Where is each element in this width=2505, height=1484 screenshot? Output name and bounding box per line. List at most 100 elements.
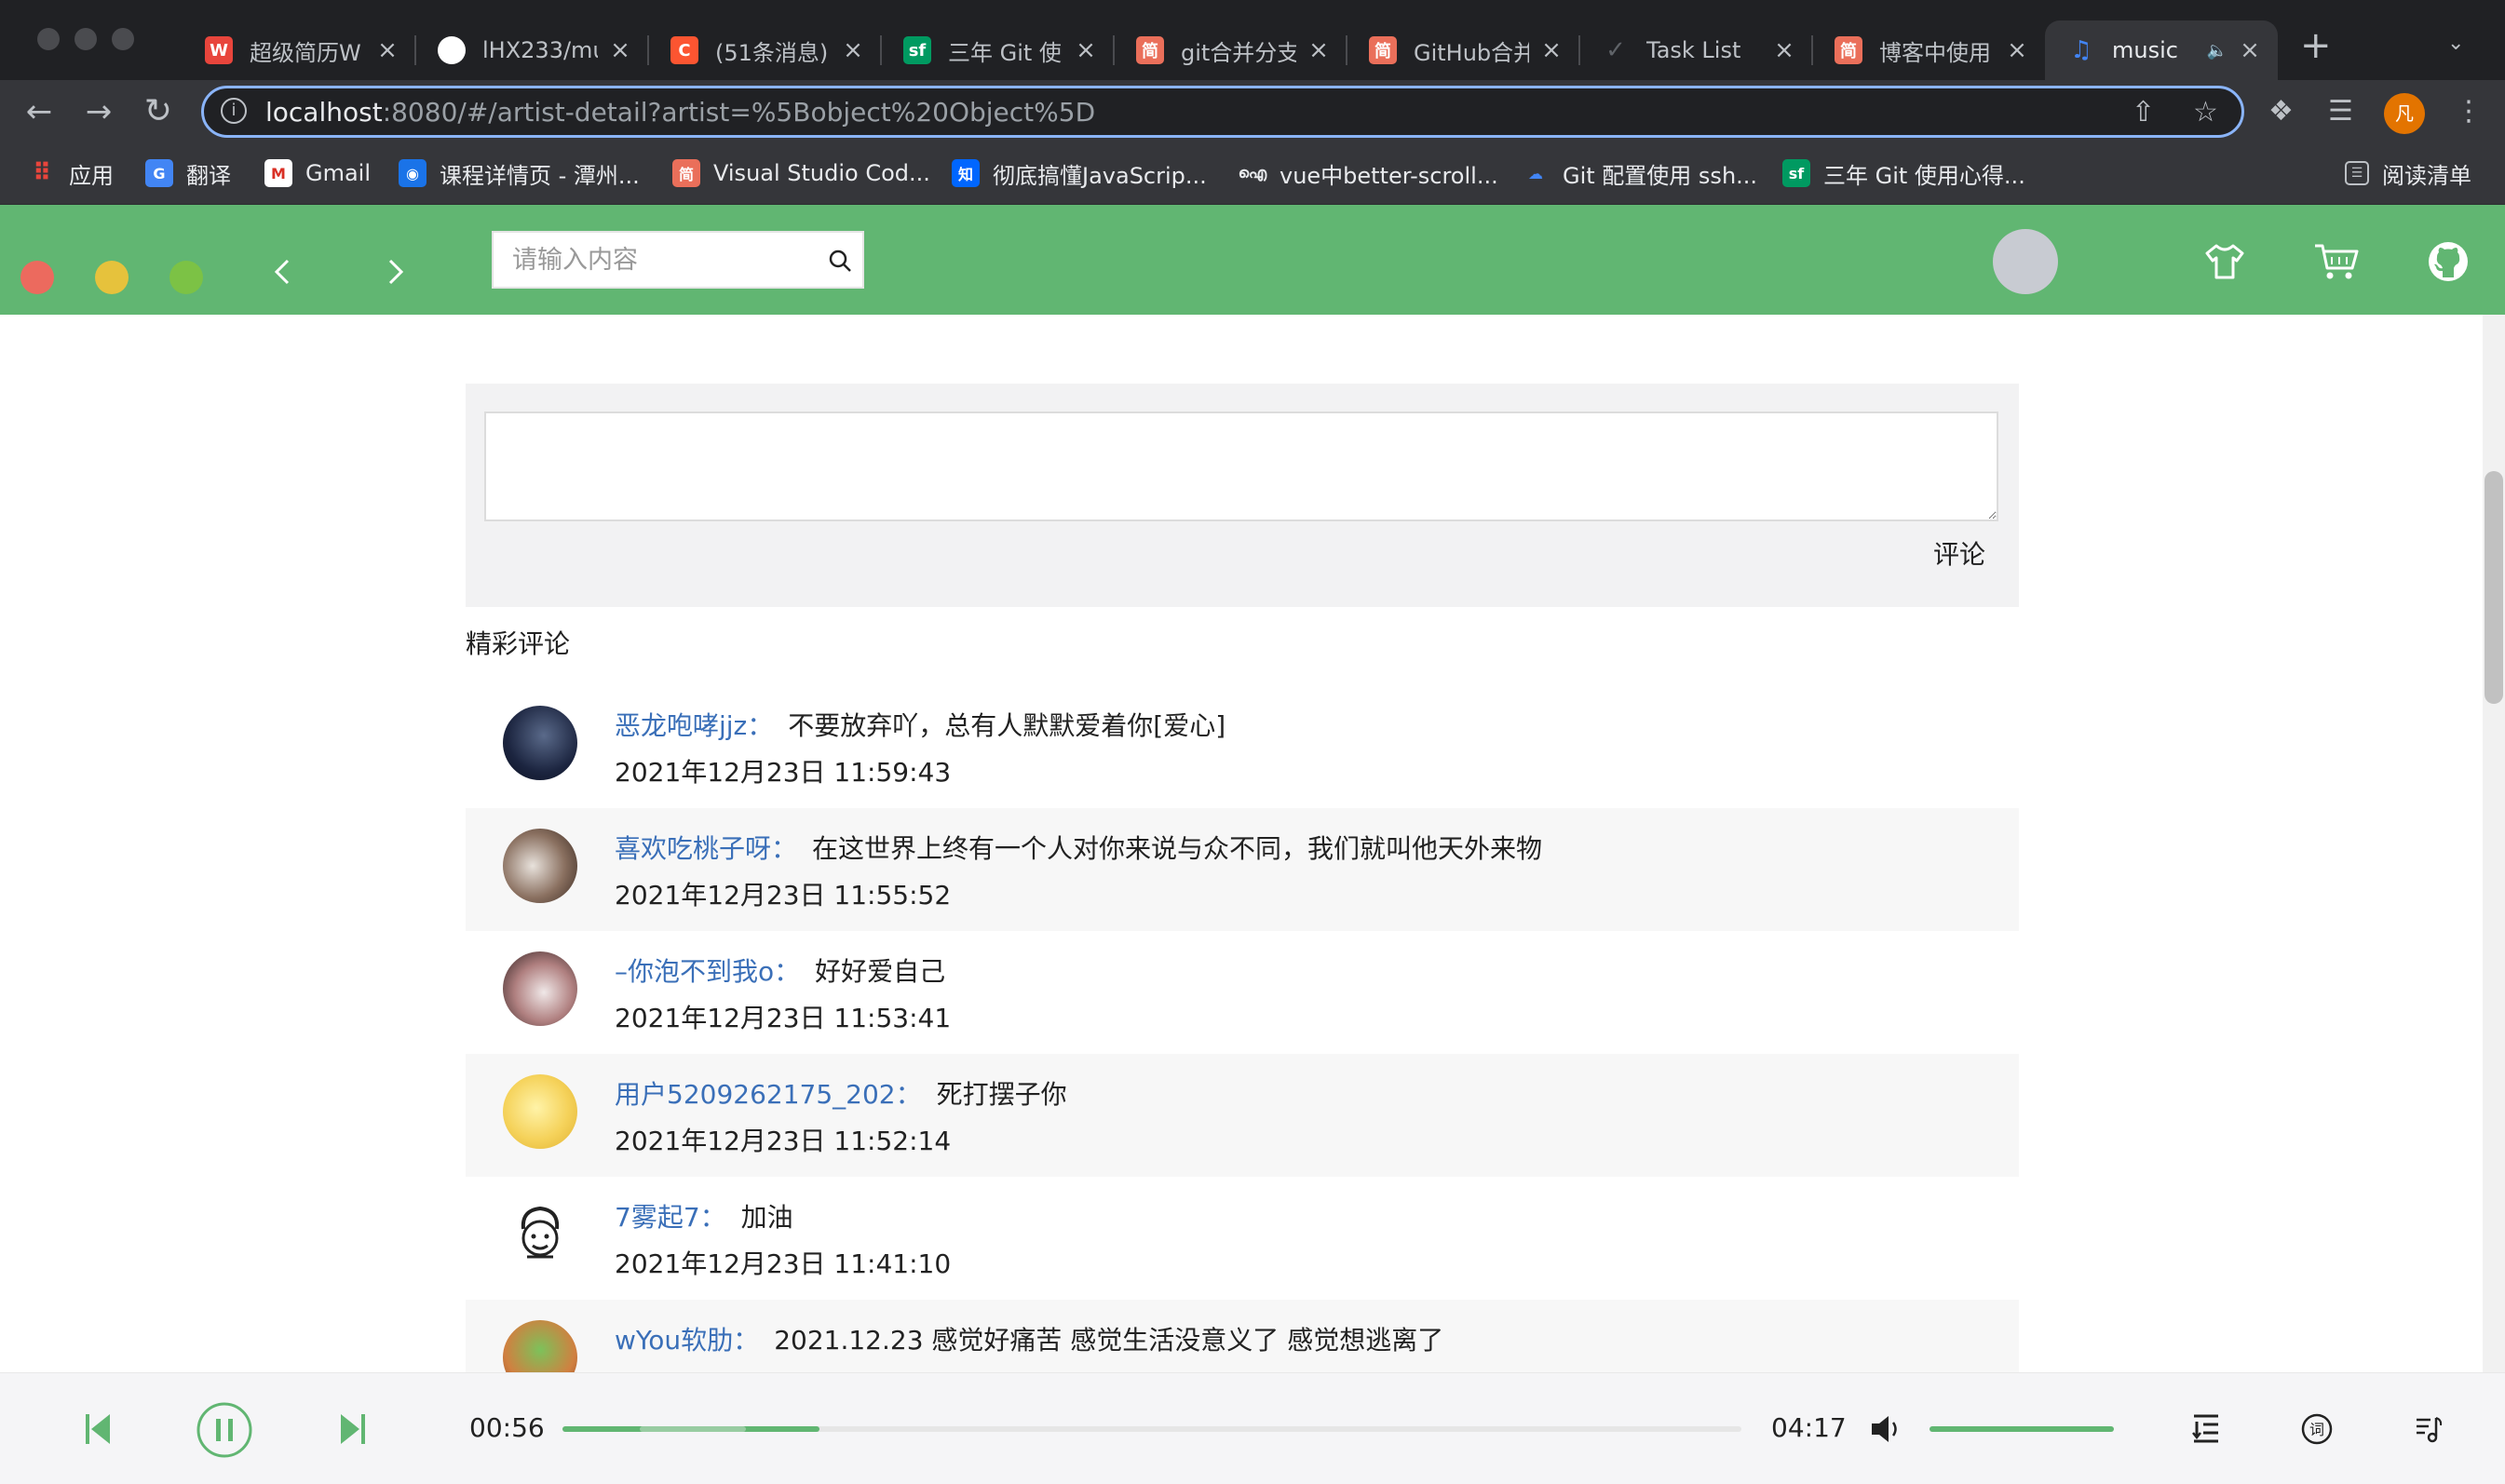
tab-close-icon[interactable]: × [840,36,866,64]
commenter-name[interactable]: 恶龙咆哮jjz [615,710,747,741]
media-queue-icon[interactable]: ☰ [2328,95,2353,128]
bookmark-item[interactable]: 简 Visual Studio Cod... [672,156,930,190]
bookmark-item[interactable]: M Gmail [264,156,371,190]
tab-close-icon[interactable]: × [1538,36,1564,64]
bookmark-item[interactable]: ◉ 课程详情页 - 潭州... [399,156,640,190]
commenter-name[interactable]: wYou软肋 [615,1325,733,1356]
commenter-name[interactable]: 喜欢吃桃子呀 [615,833,771,864]
comment-text: 2021.12.23 感觉好痛苦 感觉生活没意义了 感觉想逃离了 [774,1325,1444,1356]
app-close-dot[interactable] [20,261,54,294]
browser-tab[interactable]: C (51条消息) × [648,20,881,80]
scrollbar-thumb[interactable] [2485,471,2503,704]
tab-title: lHX233/mu [482,37,598,63]
volume-slider[interactable] [1930,1426,2114,1432]
commenter-avatar[interactable] [503,829,577,903]
browser-tab[interactable]: 简 git合并分支 × [1114,20,1347,80]
commenter-avatar[interactable] [503,1074,577,1149]
comment-submit-button[interactable]: 评论 [1933,534,1985,572]
browser-tab[interactable]: 简博客中使用 × [1812,20,2045,80]
address-bar[interactable]: i localhost:8080/#/artist-detail?artist=… [201,86,2244,138]
address-url[interactable]: localhost:8080/#/artist-detail?artist=%5… [265,97,1095,128]
scrollbar-track[interactable] [2483,315,2505,1372]
search-box [492,231,864,289]
github-icon[interactable] [2427,240,2470,283]
apps-grid-icon: ⠿ [32,159,52,187]
app-maximize-dot[interactable] [169,261,203,294]
profile-avatar[interactable]: 凡 [2384,93,2425,134]
commenter-avatar[interactable] [503,951,577,1026]
search-icon[interactable] [827,248,853,274]
browser-tab[interactable]: sf 三年 Git 使 × [881,20,1114,80]
comment-textarea[interactable] [484,411,1998,521]
window-zoom-dot[interactable] [112,28,134,50]
total-time: 04:17 [1771,1412,1847,1443]
bookmark-item[interactable]: ☁ Git 配置使用 ssh... [1522,156,1757,190]
bookmark-label: 彻底搞懂JavaScrip... [993,162,1207,189]
artist-comments-page: 评论 精彩评论 恶龙咆哮jjz： 不要放弃吖，总有人默默爱着你[爱心] 2021年1… [0,315,2505,1372]
browser-tab[interactable]: ✓ Task List × [1579,20,1812,80]
commenter-avatar[interactable] [503,1197,577,1272]
volume-icon[interactable] [1870,1414,1902,1444]
skin-tshirt-icon[interactable] [2203,240,2246,283]
browser-tab[interactable]: ♫ music 🔈 × [2045,20,2278,80]
commenter-avatar[interactable] [503,1320,577,1372]
site-info-icon[interactable]: i [221,98,247,124]
browser-tab[interactable]: 简 GitHub合并 × [1347,20,1579,80]
lyrics-icon[interactable]: 词 [2300,1412,2334,1446]
back-arrow-icon[interactable]: ← [19,91,60,132]
tab-close-icon[interactable]: × [374,36,400,64]
commenter-name[interactable]: 用户5209262175_202 [615,1079,896,1110]
app-minimize-dot[interactable] [95,261,129,294]
reload-icon[interactable]: ↻ [138,91,179,132]
tab-search-icon[interactable]: ⌄ [2447,32,2464,55]
window-close-dot[interactable] [37,28,60,50]
tab-close-icon[interactable]: × [2004,36,2030,64]
browser-tab[interactable]: lHX233/mu × [415,20,648,80]
new-tab-button[interactable]: + [2300,24,2332,67]
tab-audio-icon[interactable]: 🔈 [2207,41,2227,61]
tab-close-icon[interactable]: × [1771,36,1797,64]
share-icon[interactable]: ⇧ [2132,96,2155,128]
commenter-name[interactable]: 7雾起7 [615,1202,700,1233]
app-forward-icon[interactable] [376,253,413,290]
next-track-icon[interactable] [339,1410,367,1448]
comment-time: 2021年12月23日 11:52:14 [615,1126,952,1156]
github-icon [438,36,466,64]
tab-close-icon[interactable]: × [2237,36,2263,64]
bookmark-star-icon[interactable]: ☆ [2193,96,2218,128]
jianshu-icon: 简 [1369,36,1397,64]
forward-arrow-icon[interactable]: → [78,91,119,132]
name-separator: ： [895,1079,922,1110]
extensions-puzzle-icon[interactable]: ❖ [2268,95,2294,128]
tab-close-icon[interactable]: × [1073,36,1099,64]
previous-track-icon[interactable] [84,1410,112,1448]
user-avatar[interactable] [1993,229,2058,294]
progress-slider[interactable] [562,1426,1741,1432]
tab-close-icon[interactable]: × [607,36,633,64]
bookmark-item[interactable]: 知彻底搞懂JavaScrip... [952,156,1207,190]
zhihu-icon: 知 [952,159,980,187]
app-back-icon[interactable] [264,253,302,290]
tab-title: GitHub合并 [1414,39,1529,66]
bookmark-item[interactable]: sf 三年 Git 使用心得... [1782,156,2025,190]
bookmark-label: 三年 Git 使用心得... [1823,162,2025,189]
commenter-name[interactable]: –你泡不到我o [615,956,774,987]
bird-icon: ഐ [1238,164,1267,182]
window-minimize-dot[interactable] [74,28,97,50]
reading-list-icon: ☰ [2345,161,2369,185]
search-input[interactable] [512,233,819,287]
tab-close-icon[interactable]: × [1306,36,1332,64]
playlist-icon[interactable] [2190,1412,2222,1444]
commenter-avatar[interactable] [503,706,577,780]
cart-icon[interactable] [2313,240,2360,283]
app-header [0,205,2505,315]
play-mode-icon[interactable] [2414,1414,2444,1444]
bookmark-item[interactable]: ⠿ 应用 [28,156,114,190]
reading-list-button[interactable]: ☰ 阅读清单 [2345,156,2471,190]
progress-buffer [639,1426,746,1432]
pause-icon[interactable] [196,1401,253,1459]
bookmark-item[interactable]: G 翻译 [145,156,231,190]
menu-kebab-icon[interactable]: ⋮ [2455,95,2483,128]
browser-tab[interactable]: W 超级简历W × [183,20,415,80]
bookmark-item[interactable]: ഐ vue中better-scroll... [1239,156,1498,190]
